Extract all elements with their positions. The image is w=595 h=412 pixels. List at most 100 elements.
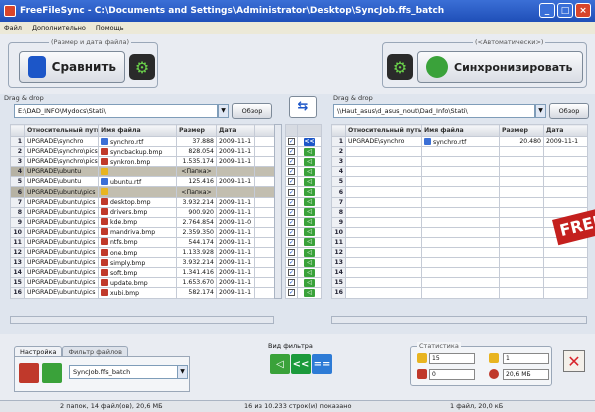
exit-icon[interactable]: ✕: [563, 350, 585, 372]
include-checkbox[interactable]: ✓: [288, 178, 295, 186]
left-horizontal-scrollbar[interactable]: [10, 316, 274, 324]
copy-left-icon[interactable]: ◁: [304, 288, 315, 297]
right-browse-button[interactable]: Обзор: [549, 103, 589, 119]
table-row[interactable]: 1 UPGRADE\synchro synchro.rtf 37.888 2009-11…: [10, 135, 275, 148]
table-row[interactable]: 8 UPGRADE\ubuntu\pics drivers.bmp 900.920 20…: [10, 206, 275, 218]
left-col-relpath[interactable]: Относительный путь: [24, 124, 99, 137]
include-checkbox[interactable]: ✓: [288, 168, 295, 176]
include-checkbox[interactable]: ✓: [288, 289, 295, 297]
right-path-input[interactable]: \\Haut_asus\d_asus_nout\Dad_Info\Stati\: [333, 104, 535, 118]
copy-left-icon[interactable]: ◁: [304, 238, 315, 247]
include-checkbox[interactable]: ✓: [288, 158, 295, 166]
left-col-size[interactable]: Размер: [176, 124, 217, 137]
table-row[interactable]: 10: [331, 226, 588, 238]
include-checkbox[interactable]: ✓: [288, 138, 295, 146]
right-col-date[interactable]: Дата: [543, 124, 588, 137]
copy-left-icon[interactable]: ◁: [304, 147, 315, 156]
include-checkbox[interactable]: ✓: [288, 259, 295, 267]
maximize-button[interactable]: □: [557, 3, 573, 18]
batch-config-select[interactable]: SyncJob.ffs_batch: [69, 365, 179, 379]
include-checkbox[interactable]: ✓: [288, 208, 295, 216]
table-row[interactable]: 11 UPGRADE\ubuntu\pics ntfs.bmp 544.174 2009…: [10, 236, 275, 249]
copy-left-icon[interactable]: ◁: [304, 188, 315, 197]
left-col-filename[interactable]: Имя файла: [98, 124, 177, 137]
copy-left-icon[interactable]: ◁: [304, 177, 315, 186]
table-row[interactable]: 10 UPGRADE\ubuntu\pics mandriva.bmp 2.359.3…: [10, 226, 275, 238]
table-row[interactable]: 8: [331, 206, 588, 218]
copy-left-icon[interactable]: ◁: [304, 258, 315, 267]
table-row[interactable]: 4 UPGRADE\ubuntu <Папка>: [10, 166, 275, 178]
table-row[interactable]: 5 UPGRADE\ubuntu ubuntu.rtf 125.416 2009-11-…: [10, 176, 275, 188]
copy-left-icon[interactable]: ◁: [304, 167, 315, 176]
swap-sides-button[interactable]: ⇆: [289, 96, 317, 118]
include-checkbox[interactable]: ✓: [288, 218, 295, 226]
include-checkbox[interactable]: ✓: [288, 188, 295, 196]
view-equal-icon[interactable]: ==: [312, 354, 332, 374]
right-col-filename[interactable]: Имя файла: [421, 124, 500, 137]
copy-left-icon[interactable]: ◁: [304, 248, 315, 257]
table-row[interactable]: 2: [331, 146, 588, 158]
table-row[interactable]: 3: [331, 156, 588, 168]
table-row[interactable]: 13 UPGRADE\ubuntu\pics simply.bmp 3.932.214…: [10, 257, 275, 269]
compare-button[interactable]: Сравнить: [19, 51, 125, 83]
table-row[interactable]: 15: [331, 277, 588, 289]
menu-help[interactable]: Помощь: [96, 24, 124, 32]
include-checkbox[interactable]: ✓: [288, 269, 295, 277]
right-path-dropdown-icon[interactable]: ▼: [535, 104, 546, 118]
table-row[interactable]: 13: [331, 257, 588, 269]
left-path-input[interactable]: E:\DAD_INFO\Mydocs\Stati\: [14, 104, 218, 118]
left-col-date[interactable]: Дата: [216, 124, 255, 137]
include-checkbox[interactable]: ✓: [288, 249, 295, 257]
table-row[interactable]: 6: [331, 186, 588, 198]
table-row[interactable]: 16: [331, 287, 588, 299]
copy-left-icon[interactable]: ◁: [304, 198, 315, 207]
table-row[interactable]: 12 UPGRADE\ubuntu\pics one.bmp 1.133.928 200…: [10, 247, 275, 259]
table-row[interactable]: 2 UPGRADE\synchro\pics syncbackup.bmp 828.0…: [10, 146, 275, 158]
menu-file[interactable]: Файл: [4, 24, 22, 32]
include-checkbox[interactable]: ✓: [288, 279, 295, 287]
compare-settings-gear-icon[interactable]: ⚙: [129, 54, 155, 80]
table-row[interactable]: 9 UPGRADE\ubuntu\pics kde.bmp 2.764.854 2009…: [10, 216, 275, 228]
copy-left-icon[interactable]: ◁: [304, 157, 315, 166]
view-left-newer-icon[interactable]: <<: [291, 354, 311, 374]
right-col-relpath[interactable]: Относительный путь: [345, 124, 422, 137]
table-row[interactable]: 11: [331, 236, 588, 249]
view-left-only-icon[interactable]: ◁: [270, 354, 290, 374]
menu-advanced[interactable]: Дополнительно: [32, 24, 86, 32]
left-browse-button[interactable]: Обзор: [232, 103, 272, 119]
minimize-button[interactable]: _: [539, 3, 555, 18]
right-col-size[interactable]: Размер: [499, 124, 544, 137]
copy-left-icon[interactable]: ◁: [304, 208, 315, 217]
table-row[interactable]: 12: [331, 247, 588, 259]
include-checkbox[interactable]: ✓: [288, 238, 295, 246]
right-horizontal-scrollbar[interactable]: [331, 316, 587, 324]
include-checkbox[interactable]: ✓: [288, 148, 295, 156]
table-row[interactable]: 7: [331, 196, 588, 208]
copy-left-icon[interactable]: ◁: [304, 278, 315, 287]
table-row[interactable]: 14: [331, 267, 588, 279]
table-row[interactable]: 4: [331, 166, 588, 178]
table-row[interactable]: 3 UPGRADE\synchro\pics synkron.bmp 1.535.17…: [10, 156, 275, 168]
copy-left-icon[interactable]: ◁: [304, 268, 315, 277]
copy-left-icon[interactable]: ◁: [304, 228, 315, 237]
left-vertical-scrollbar[interactable]: [274, 124, 282, 299]
close-window-button[interactable]: ×: [575, 3, 591, 18]
batch-config-dropdown-icon[interactable]: ▼: [177, 365, 188, 379]
table-row[interactable]: 15 UPGRADE\ubuntu\pics update.bmp 1.653.670…: [10, 277, 275, 289]
table-row[interactable]: 9: [331, 216, 588, 228]
save-config-icon[interactable]: [42, 363, 62, 383]
load-config-icon[interactable]: [19, 363, 39, 383]
table-row[interactable]: 5: [331, 176, 588, 188]
synchronize-button[interactable]: Синхронизировать: [417, 51, 583, 83]
include-checkbox[interactable]: ✓: [288, 198, 295, 206]
table-row[interactable]: 14 UPGRADE\ubuntu\pics soft.bmp 1.341.416 20…: [10, 267, 275, 279]
overwrite-left-icon[interactable]: <<: [304, 137, 315, 146]
table-row[interactable]: 1 UPGRADE\synchro synchro.rtf 20.480 2009-11…: [331, 135, 588, 148]
include-checkbox[interactable]: ✓: [288, 228, 295, 236]
table-row[interactable]: 6 UPGRADE\ubuntu\pics <Папка>: [10, 186, 275, 198]
table-row[interactable]: 16 UPGRADE\ubuntu\pics xubi.bmp 582.174 2009…: [10, 287, 275, 299]
sync-settings-gear-icon[interactable]: ⚙: [387, 54, 413, 80]
left-path-dropdown-icon[interactable]: ▼: [218, 104, 229, 118]
copy-left-icon[interactable]: ◁: [304, 218, 315, 227]
table-row[interactable]: 7 UPGRADE\ubuntu\pics desktop.bmp 3.932.214…: [10, 196, 275, 208]
